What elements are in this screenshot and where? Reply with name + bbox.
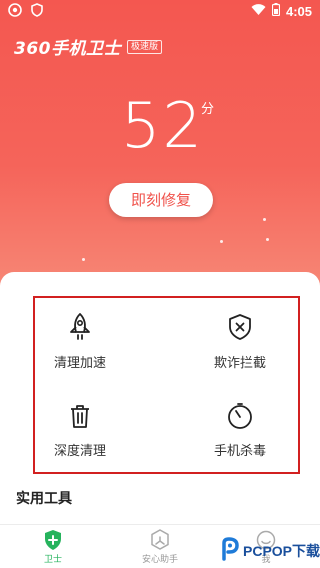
tool-deep-clean[interactable]: 深度清理	[20, 402, 140, 459]
repair-button[interactable]: 即刻修复	[109, 183, 213, 217]
sparkle-dot	[266, 238, 269, 241]
tool-label: 清理加速	[53, 356, 106, 371]
watermark-logo: PCPOP下载	[220, 536, 320, 566]
tool-label: 深度清理	[53, 444, 106, 459]
watermark-text: PCPOP下载	[243, 543, 320, 559]
shield-icon	[30, 3, 44, 20]
tool-label: 欺诈拦截	[213, 356, 266, 371]
assistant-icon	[110, 529, 210, 551]
tab-label: 安心助手	[141, 555, 178, 565]
score-value: 52	[121, 89, 204, 162]
tool-clean-speed[interactable]: 清理加速	[20, 312, 140, 371]
section-title-tools: 实用工具	[16, 491, 72, 507]
sparkle-dot	[82, 258, 85, 261]
watermark-p-icon	[220, 537, 240, 565]
tab-guard[interactable]: 卫士	[3, 529, 103, 565]
brand-tag: 极速版	[127, 39, 163, 54]
score-unit: 分	[201, 102, 215, 117]
tool-fraud-block[interactable]: 欺诈拦截	[180, 312, 300, 371]
tool-label: 手机杀毒	[213, 444, 266, 459]
shield-x-icon	[180, 312, 300, 342]
tool-antivirus[interactable]: 手机杀毒	[180, 402, 300, 459]
battery-icon	[271, 3, 281, 19]
notification-icon	[8, 3, 22, 20]
sparkle-dot	[263, 218, 266, 221]
trash-icon	[20, 402, 140, 430]
timer-icon	[180, 402, 300, 430]
clock: 4:05	[285, 3, 312, 19]
tab-label: 卫士	[43, 555, 62, 565]
wifi-icon	[251, 3, 266, 19]
tab-assistant[interactable]: 安心助手	[110, 529, 210, 565]
sparkle-dot	[220, 240, 223, 243]
shield-plus-icon	[3, 529, 103, 551]
brand-name: 360手机卫士	[14, 39, 121, 59]
app-brand: 360手机卫士 极速版	[14, 34, 163, 59]
rocket-icon	[20, 312, 140, 342]
status-bar: 4:05	[0, 0, 320, 24]
